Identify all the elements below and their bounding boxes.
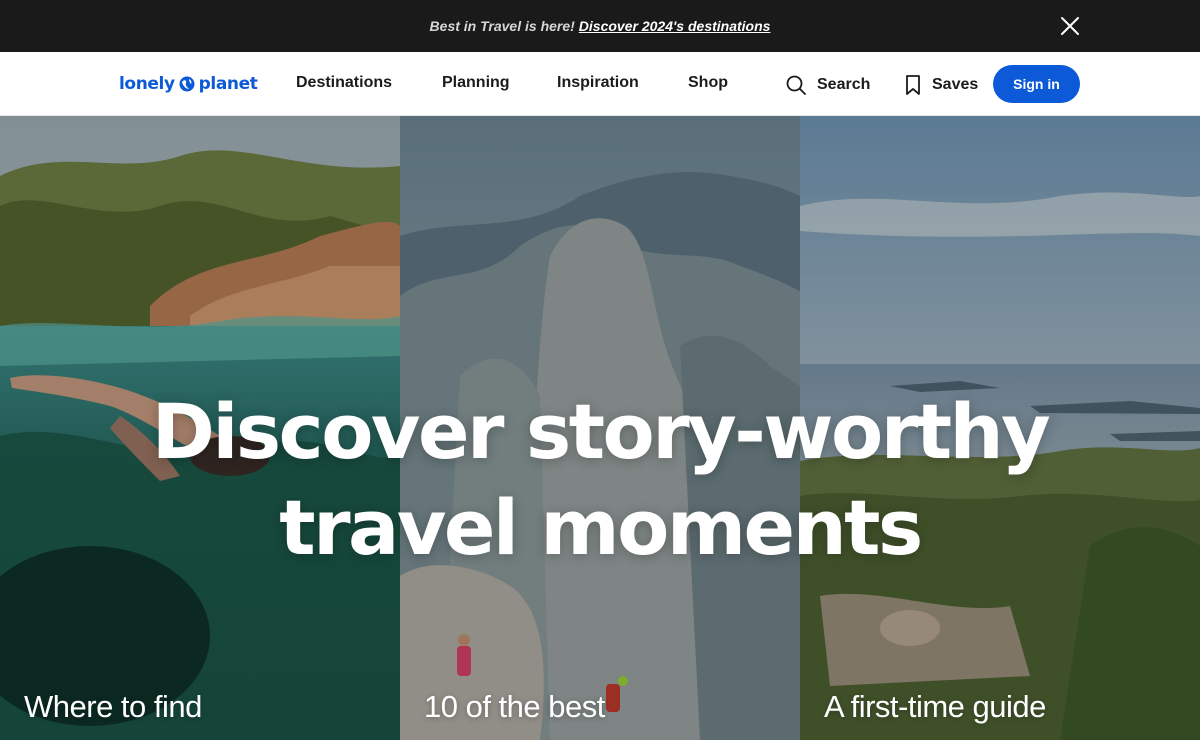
logo-text-left: lonely: [119, 74, 175, 94]
hero-title: Discover story-worthy travel moments: [0, 384, 1200, 576]
announcement-bar: Best in Travel is here! Discover 2024's …: [0, 0, 1200, 52]
announcement-link[interactable]: Discover 2024's destinations: [579, 18, 771, 34]
site-header: lonely planet Destinations Planning Insp…: [0, 52, 1200, 116]
hero-section: Discover story-worthy travel moments Whe…: [0, 116, 1200, 740]
close-icon[interactable]: [1058, 14, 1082, 38]
nav-inspiration[interactable]: Inspiration: [557, 74, 639, 92]
search-label: Search: [817, 76, 871, 93]
search-icon: [786, 75, 806, 95]
site-logo[interactable]: lonely planet: [119, 72, 258, 96]
globe-icon: [179, 76, 195, 92]
hero-title-line-2: travel moments: [279, 483, 923, 572]
hero-card-title[interactable]: Where to find: [24, 688, 202, 726]
search-button[interactable]: Search: [785, 74, 870, 96]
hero-card-title[interactable]: A first-time guide: [824, 688, 1046, 726]
sign-in-button[interactable]: Sign in: [993, 65, 1080, 103]
nav-destinations[interactable]: Destinations: [296, 74, 392, 92]
announcement-text: Best in Travel is here!: [429, 18, 575, 34]
saves-button[interactable]: Saves: [904, 74, 978, 96]
nav-planning[interactable]: Planning: [442, 74, 510, 92]
logo-text-right: planet: [198, 74, 258, 94]
hero-card-title[interactable]: 10 of the best: [424, 688, 605, 726]
nav-shop[interactable]: Shop: [688, 74, 728, 92]
bookmark-icon: [906, 75, 920, 95]
saves-label: Saves: [932, 76, 979, 93]
hero-title-line-1: Discover story-worthy: [151, 387, 1051, 476]
